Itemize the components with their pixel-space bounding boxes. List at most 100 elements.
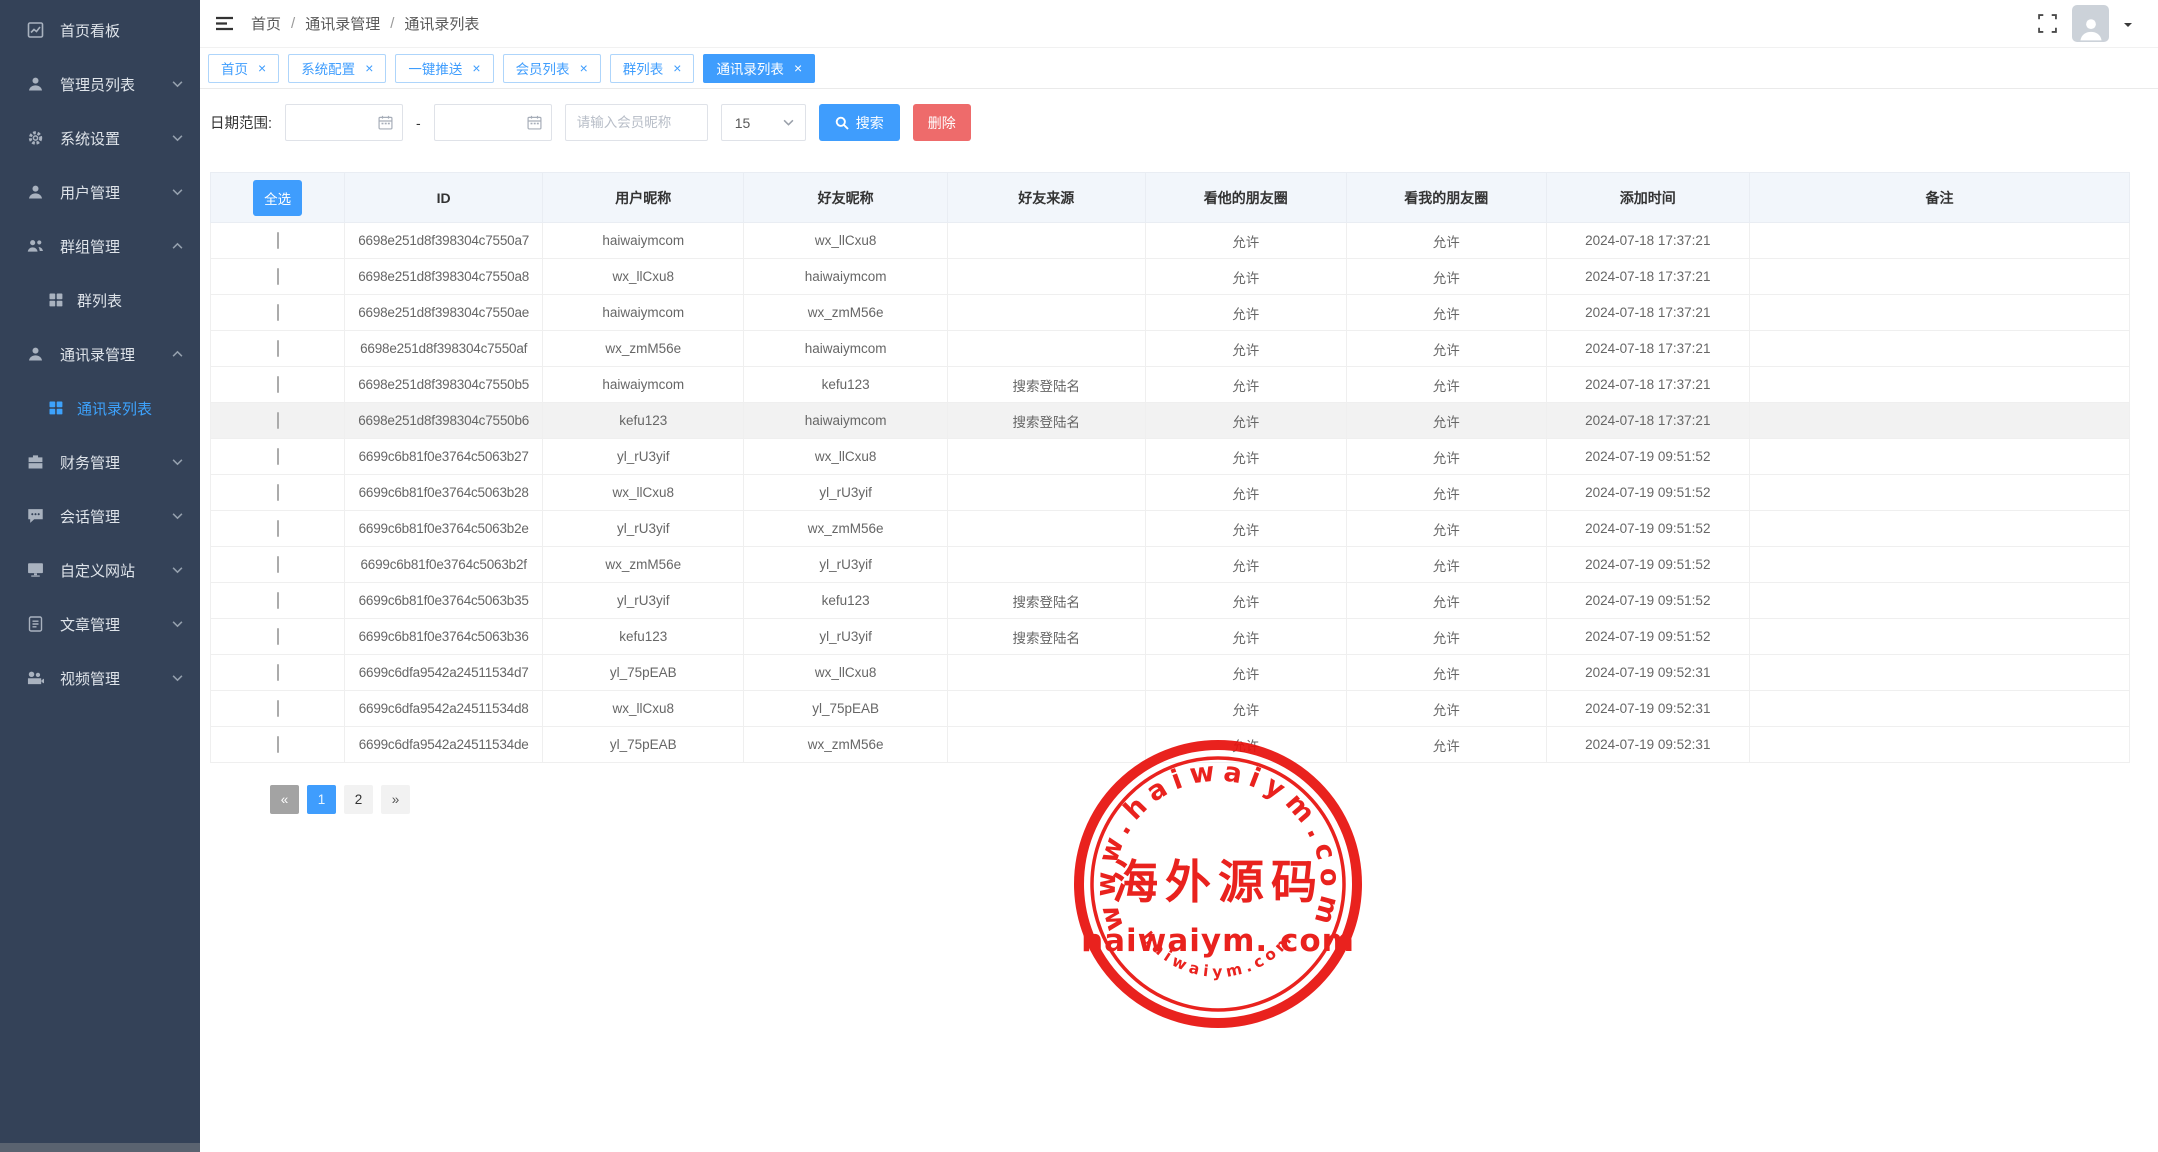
cell-add-time: 2024-07-18 17:37:21 — [1546, 295, 1749, 331]
cell-his-moments: 允许 — [1145, 475, 1346, 511]
breadcrumb-item[interactable]: 通讯录管理 — [305, 13, 380, 34]
fullscreen-icon[interactable] — [2038, 14, 2057, 33]
chevron-up-icon — [172, 243, 183, 250]
gear-icon — [27, 130, 47, 146]
cell-user-nickname: haiwaiymcom — [542, 223, 743, 259]
tab-one-key-push[interactable]: 一键推送 × — [395, 54, 493, 83]
sidebar-item-label: 用户管理 — [60, 182, 120, 203]
row-checkbox[interactable] — [277, 484, 279, 501]
sidebar-item-label: 财务管理 — [60, 452, 120, 473]
close-icon[interactable]: × — [258, 61, 266, 75]
sidebar-item-session-management[interactable]: 会话管理 — [0, 489, 200, 543]
cell-user-nickname: kefu123 — [542, 619, 743, 655]
page-size-select[interactable]: 15 — [721, 104, 806, 141]
row-checkbox[interactable] — [277, 700, 279, 717]
sidebar-scrollbar[interactable] — [0, 1143, 200, 1152]
cell-friend-nickname: kefu123 — [744, 367, 947, 403]
sidebar-item-video-management[interactable]: 视频管理 — [0, 651, 200, 705]
contacts-table: 全选 ID用户昵称好友昵称好友来源看他的朋友圈看我的朋友圈添加时间备注 6698… — [210, 172, 2130, 763]
nickname-search-input[interactable] — [577, 115, 696, 130]
chevron-down-icon — [172, 135, 183, 142]
search-button[interactable]: 搜索 — [819, 104, 900, 141]
table-row: 6698e251d8f398304c7550a8 wx_llCxu8 haiwa… — [211, 259, 2130, 295]
sidebar-item-admin-list[interactable]: 管理员列表 — [0, 57, 200, 111]
close-icon[interactable]: × — [580, 61, 588, 75]
tab-member-list[interactable]: 会员列表 × — [503, 54, 601, 83]
cell-his-moments: 允许 — [1145, 367, 1346, 403]
chevron-down-icon[interactable] — [2124, 23, 2132, 31]
row-checkbox[interactable] — [277, 232, 279, 249]
column-header: 好友来源 — [947, 173, 1145, 223]
breadcrumb-item[interactable]: 首页 — [251, 13, 281, 34]
menu-toggle-icon[interactable] — [215, 16, 234, 31]
pagination-prev[interactable]: « — [270, 785, 299, 814]
cell-note — [1749, 295, 2129, 331]
filter-bar: 日期范围: - 15 — [210, 104, 2130, 141]
cell-add-time: 2024-07-18 17:37:21 — [1546, 367, 1749, 403]
row-checkbox[interactable] — [277, 628, 279, 645]
table-row: 6698e251d8f398304c7550b5 haiwaiymcom kef… — [211, 367, 2130, 403]
row-checkbox[interactable] — [277, 412, 279, 429]
sidebar-item-contacts-list[interactable]: 通讯录列表 — [0, 381, 200, 435]
sidebar-item-label: 会话管理 — [60, 506, 120, 527]
cell-id: 6699c6b81f0e3764c5063b35 — [345, 583, 543, 619]
cell-note — [1749, 367, 2129, 403]
close-icon[interactable]: × — [472, 61, 480, 75]
table-row: 6698e251d8f398304c7550af wx_zmM56e haiwa… — [211, 331, 2130, 367]
cell-my-moments: 允许 — [1347, 403, 1547, 439]
row-checkbox[interactable] — [277, 448, 279, 465]
cell-user-nickname: yl_75pEAB — [542, 727, 743, 763]
row-checkbox[interactable] — [277, 376, 279, 393]
pagination: « 12 » — [270, 785, 2130, 814]
sidebar-item-system-settings[interactable]: 系统设置 — [0, 111, 200, 165]
date-to-field[interactable] — [434, 104, 552, 141]
row-checkbox[interactable] — [277, 556, 279, 573]
cell-his-moments: 允许 — [1145, 655, 1346, 691]
cell-friend-nickname: kefu123 — [744, 583, 947, 619]
cell-note — [1749, 403, 2129, 439]
tab-home[interactable]: 首页 × — [208, 54, 279, 83]
cell-user-nickname: haiwaiymcom — [542, 295, 743, 331]
sidebar-item-finance-management[interactable]: 财务管理 — [0, 435, 200, 489]
cell-my-moments: 允许 — [1347, 583, 1547, 619]
avatar[interactable] — [2072, 5, 2109, 42]
row-checkbox[interactable] — [277, 664, 279, 681]
row-checkbox[interactable] — [277, 340, 279, 357]
nickname-search-field[interactable] — [565, 104, 708, 141]
cell-my-moments: 允许 — [1347, 475, 1547, 511]
row-checkbox[interactable] — [277, 592, 279, 609]
pagination-page-2[interactable]: 2 — [344, 785, 373, 814]
column-header: 看他的朋友圈 — [1145, 173, 1346, 223]
tab-contacts-list[interactable]: 通讯录列表 × — [703, 54, 815, 83]
pagination-next[interactable]: » — [381, 785, 410, 814]
sidebar-item-group-list[interactable]: 群列表 — [0, 273, 200, 327]
date-from-input[interactable] — [296, 115, 376, 130]
row-checkbox[interactable] — [277, 268, 279, 285]
cell-his-moments: 允许 — [1145, 547, 1346, 583]
cell-id: 6699c6b81f0e3764c5063b2e — [345, 511, 543, 547]
tab-group-list[interactable]: 群列表 × — [610, 54, 695, 83]
row-checkbox[interactable] — [277, 520, 279, 537]
breadcrumb-item[interactable]: 通讯录列表 — [404, 13, 479, 34]
sidebar-item-label: 视频管理 — [60, 668, 120, 689]
row-checkbox[interactable] — [277, 304, 279, 321]
sidebar-item-group-management[interactable]: 群组管理 — [0, 219, 200, 273]
close-icon[interactable]: × — [365, 61, 373, 75]
date-to-input[interactable] — [445, 115, 525, 130]
sidebar-item-dashboard[interactable]: 首页看板 — [0, 3, 200, 57]
sidebar-item-custom-website[interactable]: 自定义网站 — [0, 543, 200, 597]
select-all-button[interactable]: 全选 — [253, 180, 302, 216]
cell-my-moments: 允许 — [1347, 691, 1547, 727]
pagination-page-1[interactable]: 1 — [307, 785, 336, 814]
close-icon[interactable]: × — [794, 61, 802, 75]
close-icon[interactable]: × — [673, 61, 681, 75]
delete-button[interactable]: 删除 — [913, 104, 971, 141]
cell-my-moments: 允许 — [1347, 655, 1547, 691]
cell-id: 6699c6dfa9542a24511534d7 — [345, 655, 543, 691]
sidebar-item-contacts-management[interactable]: 通讯录管理 — [0, 327, 200, 381]
tab-system-config[interactable]: 系统配置 × — [288, 54, 386, 83]
row-checkbox[interactable] — [277, 736, 279, 753]
sidebar-item-article-management[interactable]: 文章管理 — [0, 597, 200, 651]
date-from-field[interactable] — [285, 104, 403, 141]
sidebar-item-user-management[interactable]: 用户管理 — [0, 165, 200, 219]
